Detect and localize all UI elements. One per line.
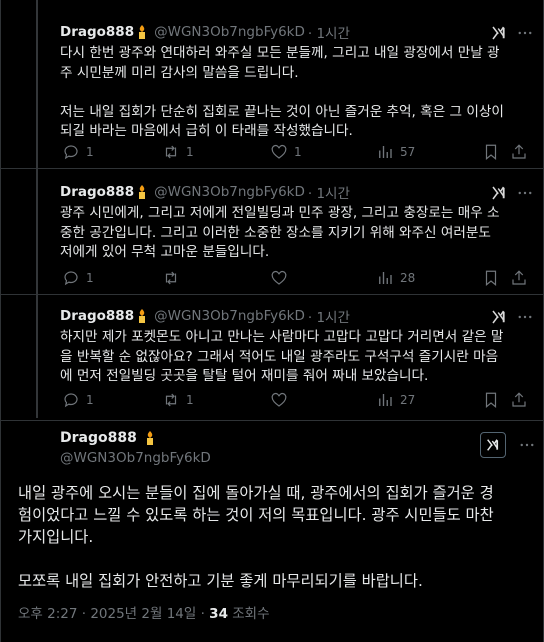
reply-count: 1 (86, 145, 94, 159)
share-button[interactable] (510, 142, 534, 162)
share-icon (512, 270, 526, 285)
xi-logo-icon[interactable] (490, 308, 508, 326)
views-button[interactable]: 28 (376, 268, 415, 288)
reply-tweet-2[interactable]: Drago888 @WGN3Ob7ngbFy6kD · 1시간 광주 시민에게,… (0, 168, 544, 294)
views-count: 57 (400, 145, 416, 159)
bookmark-icon (485, 144, 497, 161)
author-handle[interactable]: @WGN3Ob7ngbFy6kD (60, 450, 211, 466)
xi-logo-icon[interactable] (490, 184, 508, 202)
reply-header: Drago888 @WGN3Ob7ngbFy6kD · 1시간 (60, 182, 350, 202)
post-time[interactable]: · 1시간 (308, 306, 350, 326)
flame-icon (139, 309, 146, 323)
post-meta: 오후 2:27 · 2025년 2월 14일 · 34 조회수 (18, 602, 270, 622)
bookmark-button[interactable] (482, 142, 506, 162)
author-handle[interactable]: @WGN3Ob7ngbFy6kD (154, 184, 305, 200)
xi-logo-icon[interactable] (490, 24, 508, 42)
thread-connector-line (36, 0, 38, 168)
repost-icon (165, 393, 177, 407)
action-bar: 1 1 1 57 (62, 142, 530, 162)
repost-icon (165, 145, 177, 159)
repost-button[interactable]: 1 (162, 142, 194, 162)
reply-tweet-3[interactable]: Drago888 @WGN3Ob7ngbFy6kD · 1시간 하지만 제가 포… (0, 294, 544, 418)
views-icon (379, 146, 392, 158)
share-button[interactable] (510, 268, 534, 288)
repost-button[interactable] (162, 268, 186, 288)
post-time[interactable]: · 1시간 (308, 182, 350, 202)
reply-count: 1 (86, 271, 94, 285)
divider (0, 294, 544, 295)
share-icon (512, 392, 526, 407)
author-name-text: Drago888 (60, 430, 137, 446)
author-name[interactable]: Drago888 (60, 430, 156, 446)
action-bar: 1 28 (62, 268, 530, 288)
reply-icon (64, 271, 78, 286)
views-count: 28 (400, 271, 416, 285)
like-icon (271, 270, 287, 285)
flame-icon (139, 25, 146, 39)
views-button[interactable]: 27 (376, 390, 415, 410)
like-count: 1 (294, 145, 302, 159)
reply-tweet-1[interactable]: Drago888 @WGN3Ob7ngbFy6kD · 1시간 다시 한번 광주… (0, 0, 544, 168)
action-bar: 1 1 27 (62, 390, 530, 410)
post-time[interactable]: · 1시간 (308, 22, 350, 42)
view-count: 34 (209, 606, 228, 622)
thread-connector-line (36, 294, 38, 418)
like-icon (271, 144, 287, 159)
more-icon[interactable] (518, 436, 536, 454)
like-button[interactable] (270, 268, 294, 288)
xi-logo-button[interactable] (480, 432, 506, 458)
like-icon (271, 392, 287, 407)
repost-button[interactable]: 1 (162, 390, 194, 410)
bookmark-icon (485, 392, 497, 409)
tweet-thread: Drago888 @WGN3Ob7ngbFy6kD · 1시간 다시 한번 광주… (0, 0, 544, 642)
bookmark-icon (485, 270, 497, 287)
more-icon[interactable] (516, 24, 534, 42)
avatar[interactable] (20, 424, 60, 464)
bookmark-button[interactable] (482, 268, 506, 288)
thread-connector-line (36, 168, 38, 294)
more-icon[interactable] (516, 308, 534, 326)
reply-text: 다시 한번 광주와 연대하러 와주실 모든 분들께, 그리고 내일 광장에서 만… (60, 45, 504, 140)
reply-header: Drago888 @WGN3Ob7ngbFy6kD · 1시간 (60, 306, 350, 326)
flame-icon (139, 185, 146, 199)
reply-button[interactable]: 1 (62, 142, 94, 162)
repost-icon (165, 271, 177, 285)
reply-icon (64, 145, 78, 160)
views-count: 27 (400, 393, 416, 407)
reply-button[interactable]: 1 (62, 268, 94, 288)
repost-count: 1 (186, 145, 194, 159)
flame-icon (146, 431, 153, 445)
share-button[interactable] (510, 390, 534, 410)
like-button[interactable]: 1 (270, 142, 302, 162)
post-timestamp[interactable]: 오후 2:27 · 2025년 2월 14일 · (18, 606, 205, 622)
xi-logo-icon (487, 439, 499, 451)
author-handle[interactable]: @WGN3Ob7ngbFy6kD (154, 24, 305, 40)
main-tweet-text: 내일 광주에 오시는 분들이 집에 돌아가실 때, 광주에서의 집회가 즐거운 … (18, 484, 494, 590)
reply-text: 하지만 제가 포켓몬도 아니고 만나는 사람마다 고맙다 고맙다 거리면서 같은… (60, 329, 504, 385)
reply-header: Drago888 @WGN3Ob7ngbFy6kD · 1시간 (60, 22, 350, 42)
view-label: 조회수 (232, 606, 270, 622)
main-tweet: Drago888 @WGN3Ob7ngbFy6kD 내일 광주에 오시는 분들이… (0, 422, 544, 642)
author-name[interactable]: Drago888 (60, 184, 134, 200)
views-button[interactable]: 57 (376, 142, 415, 162)
reply-text: 광주 시민에게, 그리고 저에게 전일빌딩과 민주 광장, 그리고 충장로는 매… (60, 205, 500, 261)
author-name[interactable]: Drago888 (60, 308, 134, 324)
reply-count: 1 (86, 393, 94, 407)
views-icon (379, 394, 392, 406)
divider (0, 168, 544, 169)
like-button[interactable] (270, 390, 294, 410)
views-icon (379, 272, 392, 284)
reply-button[interactable]: 1 (62, 390, 94, 410)
divider (0, 420, 544, 421)
share-icon (512, 144, 526, 159)
bookmark-button[interactable] (482, 390, 506, 410)
author-name[interactable]: Drago888 (60, 24, 134, 40)
author-handle[interactable]: @WGN3Ob7ngbFy6kD (154, 308, 305, 324)
reply-icon (64, 393, 78, 408)
more-icon[interactable] (516, 184, 534, 202)
repost-count: 1 (186, 393, 194, 407)
